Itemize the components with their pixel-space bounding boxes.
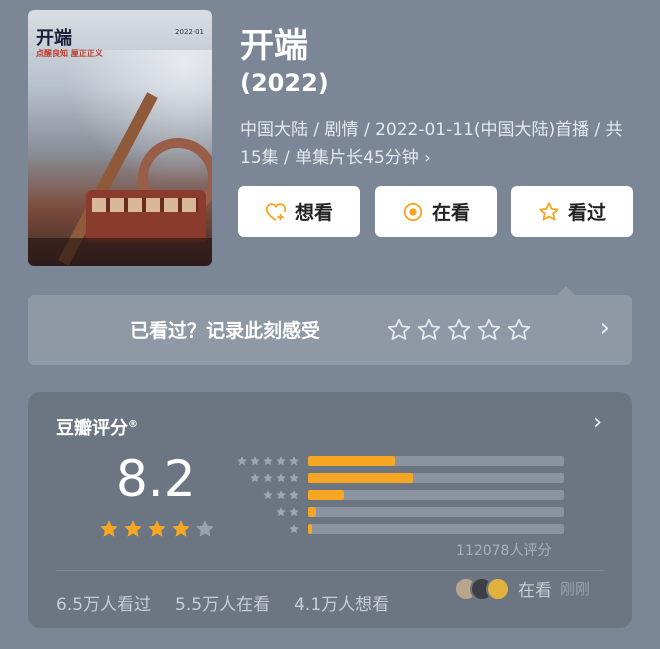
distribution-track [308,455,564,466]
star-mini-icon [250,472,260,482]
star-outline-icon [538,201,560,223]
rating-label: 豆瓣评分® [56,418,138,439]
star-outline-icon[interactable] [506,317,532,343]
target-icon [402,201,424,223]
want-to-watch-button[interactable]: 想看 [238,186,360,237]
divider [56,570,604,571]
record-feeling-bar[interactable]: 已看过？记录此刻感受 › [28,286,632,365]
star-mini-icon [263,472,273,482]
star-mini-icon [289,506,299,516]
distribution-row [232,452,564,469]
mini-stars [232,523,300,535]
star-outline-icon[interactable] [476,317,502,343]
watching-count: 5.5万人在看 [175,595,271,615]
want-count: 4.1万人想看 [294,595,390,615]
distribution-row [232,520,564,537]
audience-stats: 6.5万人看过 5.5万人在看 4.1万人想看 [56,590,389,615]
star-outline-icon[interactable] [416,317,442,343]
show-meta-text: 中国大陆 / 剧情 / 2022-01-11(中国大陆)首播 / 共15集 / … [240,120,623,168]
star-mini-icon [276,489,286,499]
distribution-track [308,489,564,500]
poster-tagline: 点醒良知 厘正正义 [36,49,103,58]
record-prompt: 已看过？记录此刻感受 [130,320,321,342]
watched-label: 看过 [567,202,606,224]
star-filled-icon [196,520,214,537]
rating-input-stars[interactable] [386,317,532,343]
rating-count: 112078人评分 [456,543,552,559]
poster-bus-windows [92,198,198,212]
rating-card[interactable]: 豆瓣评分® › 8.2 112078人评分 6.5万人看过 5.5万人在看 4.… [28,392,632,628]
friend-activity[interactable]: 在看 刚刚 [454,576,590,601]
poster-credits [28,238,212,266]
heart-plus-icon [265,201,287,223]
star-mini-icon [263,489,273,499]
star-mini-icon [276,455,286,465]
show-year: (2022) [240,69,329,97]
chevron-right-icon[interactable]: › [600,313,610,343]
star-mini-icon [289,455,299,465]
star-filled-icon [100,520,118,537]
avatar-group [454,576,510,601]
rating-score: 8.2 [116,450,196,508]
star-mini-icon [289,523,299,533]
star-filled-icon [172,520,190,537]
distribution-fill [308,455,396,466]
star-outline-icon[interactable] [386,317,412,343]
want-label: 想看 [294,202,333,224]
distribution-row [232,469,564,486]
mini-stars [232,506,300,518]
star-filled-icon [148,520,166,537]
score-stars [98,518,216,540]
star-mini-icon [276,506,286,516]
distribution-fill [308,523,312,534]
poster-year-badge: 2022·01 [175,28,204,36]
distribution-track [308,506,564,517]
chevron-right-icon: › [424,148,431,167]
watching-button[interactable]: 在看 [375,186,497,237]
watched-button[interactable]: 看过 [511,186,633,237]
distribution-fill [308,506,316,517]
chevron-right-icon[interactable]: › [593,410,602,435]
distribution-track [308,523,564,534]
star-mini-icon [250,455,260,465]
show-meta[interactable]: 中国大陆 / 剧情 / 2022-01-11(中国大陆)首播 / 共15集 / … [240,117,640,172]
distribution-fill [308,489,344,500]
mini-stars [232,455,300,467]
activity-time: 刚刚 [560,580,591,598]
mini-stars [232,472,300,484]
star-filled-icon [124,520,142,537]
distribution-row [232,486,564,503]
avatar [486,576,510,601]
distribution-row [232,503,564,520]
distribution-fill [308,472,413,483]
show-title: 开端 [240,26,308,66]
distribution-track [308,472,564,483]
star-mini-icon [289,489,299,499]
watching-label: 在看 [431,202,470,224]
star-outline-icon[interactable] [446,317,472,343]
star-mini-icon [289,472,299,482]
record-notch [556,286,576,296]
star-mini-icon [263,455,273,465]
star-mini-icon [276,472,286,482]
activity-label: 在看 [518,581,552,601]
poster-image[interactable]: 开端 点醒良知 厘正正义 2022·01 [28,10,212,266]
poster-title-art: 开端 [36,28,72,49]
watched-count: 6.5万人看过 [56,595,152,615]
rating-distribution [232,452,564,537]
star-mini-icon [237,455,247,465]
mini-stars [232,489,300,501]
